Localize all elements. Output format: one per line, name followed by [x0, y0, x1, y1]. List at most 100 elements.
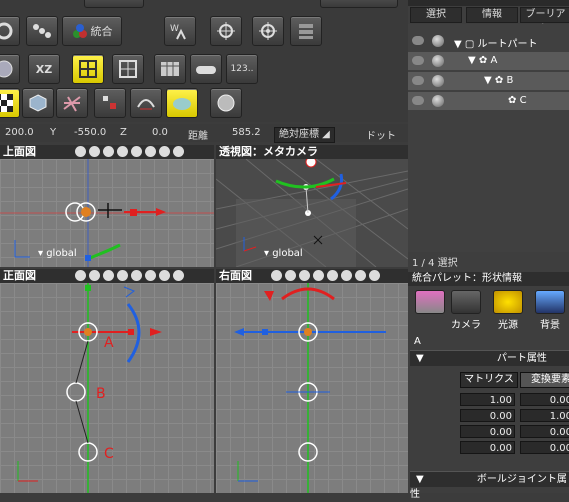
combine-icon	[72, 24, 87, 38]
sphere-icon	[217, 94, 235, 112]
global-text: global	[272, 248, 303, 259]
global-text: global	[46, 248, 77, 259]
part-label-a: A	[104, 335, 114, 351]
z-label: Z	[120, 127, 127, 138]
light-button[interactable]: 光源	[492, 290, 524, 331]
ball-joint-section[interactable]: ▼ ボールジョイント属性	[410, 471, 569, 500]
stack-button[interactable]	[290, 16, 322, 46]
matrix-cell[interactable]: 0.00	[520, 441, 569, 454]
perspective-viewport[interactable]: 透視図：メタカメラ ▾ global	[216, 145, 408, 267]
tab-select[interactable]: 選択	[410, 7, 462, 23]
distance-label: 距離	[188, 131, 208, 142]
tree-item-label: ▼ ▢ ルートパート	[454, 39, 538, 50]
tree-row-root[interactable]: ▼ ▢ ルートパート	[408, 32, 569, 50]
matrix-cell[interactable]: 0.00	[460, 425, 515, 438]
wy-icon: W	[170, 24, 186, 40]
tab-matrix[interactable]: マトリクス	[460, 372, 518, 388]
part-label-c: C	[104, 446, 114, 462]
matrix-cell[interactable]: 0.00	[520, 425, 569, 438]
checker-button[interactable]	[0, 88, 20, 118]
rotate-icon	[0, 22, 13, 40]
matrix-cell[interactable]: 1.00	[460, 393, 515, 406]
tree-item-label: ✿ C	[508, 95, 527, 106]
front-view-viewport[interactable]: 正面図 A B C	[0, 269, 214, 493]
combine-button[interactable]: 統合	[62, 16, 122, 46]
mesh-button[interactable]	[56, 88, 88, 118]
tree-row-c[interactable]: ✿ C	[408, 92, 569, 110]
cloud-button[interactable]	[166, 88, 198, 118]
cube-button[interactable]	[22, 88, 54, 118]
eye-icon[interactable]	[412, 36, 424, 45]
tree-item-name: B	[506, 75, 514, 86]
stack-icon	[299, 24, 313, 39]
toolbar: 統合 W XZ 123..	[0, 0, 408, 122]
palette-title: 統合パレット：形状情報	[408, 272, 569, 286]
section-title: パート属性	[496, 353, 547, 364]
tree-item-name: ルートパート	[477, 39, 538, 50]
top-view-viewport[interactable]: 上面図 ▾ global	[0, 145, 214, 267]
coordinate-mode-value: 絶対座標	[279, 129, 319, 140]
collapse-icon: ▼	[416, 474, 424, 485]
numeric-button[interactable]: 123..	[226, 54, 258, 84]
camera-button[interactable]: カメラ	[450, 290, 482, 331]
scale-icon	[103, 96, 116, 109]
section-title: ボールジョイント属性	[410, 474, 567, 500]
camera-icon	[451, 290, 481, 314]
crosshair-button-1[interactable]	[210, 16, 242, 46]
cloud-icon	[173, 98, 191, 110]
part-attr-section[interactable]: ▼ パート属性	[410, 350, 569, 366]
visibility-icon[interactable]	[432, 95, 444, 107]
unit-label: ドット	[366, 131, 396, 142]
tab-transform[interactable]: 変換要素	[520, 372, 569, 388]
eye-icon[interactable]	[412, 96, 424, 105]
molecule-tool-button[interactable]	[26, 16, 58, 46]
grid-icon	[79, 60, 97, 78]
scale-button[interactable]	[94, 88, 126, 118]
numeric-label: 123..	[230, 64, 254, 74]
background-label: 背景	[540, 320, 560, 331]
perspective-scene	[216, 159, 408, 267]
right-view-viewport[interactable]: 右面図	[216, 269, 408, 493]
background-button[interactable]: 背景	[534, 290, 566, 331]
top-strip-button-2[interactable]	[320, 0, 398, 8]
visibility-icon[interactable]	[432, 75, 444, 87]
tree-row-b[interactable]: ▼ ✿ B	[408, 72, 569, 90]
sphere-button[interactable]	[210, 88, 242, 118]
light-icon	[493, 290, 523, 314]
tree-item-name: A	[490, 55, 498, 66]
collapse-icon: ▼	[416, 353, 424, 364]
eye-icon[interactable]	[412, 56, 424, 65]
coordinate-mode-select[interactable]: 絶対座標 ◢	[274, 127, 335, 143]
light-label: 光源	[498, 320, 518, 331]
matrix-cell[interactable]: 1.00	[520, 409, 569, 422]
part-label-b: B	[96, 386, 106, 402]
grid-button[interactable]	[112, 54, 144, 84]
y-value: -550.0	[74, 127, 107, 138]
wy-tool-button[interactable]: W	[164, 16, 196, 46]
y-label: Y	[50, 127, 57, 138]
xz-button[interactable]: XZ	[28, 54, 60, 84]
grid-yellow-button[interactable]	[72, 54, 104, 84]
tab-info[interactable]: 情報	[466, 7, 518, 23]
eye-icon[interactable]	[412, 76, 424, 85]
shape-button[interactable]	[414, 290, 446, 316]
top-strip-button[interactable]	[84, 0, 144, 8]
curve-icon	[137, 99, 155, 110]
matrix-cell[interactable]: 0.00	[460, 441, 515, 454]
crosshair-button-2[interactable]	[252, 16, 284, 46]
curve-button[interactable]	[130, 88, 162, 118]
matrix-cell[interactable]: 0.00	[520, 393, 569, 406]
car-button[interactable]	[190, 54, 222, 84]
right-view-scene	[234, 283, 386, 493]
tab-boolean[interactable]: ブーリアン	[520, 7, 569, 34]
table-button[interactable]	[154, 54, 186, 84]
tree-row-a[interactable]: ▼ ✿ A	[408, 52, 569, 70]
globe-button[interactable]	[0, 54, 20, 84]
viewport-title: 透視図：メタカメラ	[219, 145, 318, 158]
tree-item-label: ▼ ✿ A	[468, 55, 498, 66]
rotate-tool-button[interactable]	[0, 16, 20, 46]
matrix-cell[interactable]: 0.00	[460, 409, 515, 422]
visibility-icon[interactable]	[432, 55, 444, 67]
x-value: 200.0	[5, 127, 34, 138]
visibility-icon[interactable]	[432, 35, 444, 47]
